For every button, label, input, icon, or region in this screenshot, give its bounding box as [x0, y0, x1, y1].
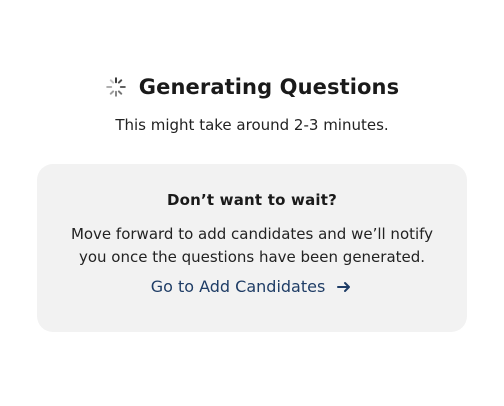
go-to-add-candidates-link[interactable]: Go to Add Candidates: [37, 277, 467, 296]
loading-spinner-svg: [105, 77, 126, 97]
go-to-add-candidates-label: Go to Add Candidates: [150, 277, 326, 296]
info-card: Don’t want to wait? Move forward to add …: [37, 164, 467, 332]
arrow-right-svg: [337, 281, 351, 292]
page-subtitle: This might take around 2-3 minutes.: [115, 116, 389, 134]
loading-spinner-icon: [105, 76, 127, 98]
header: Generating Questions: [0, 75, 504, 99]
arrow-right-icon: [335, 278, 353, 296]
page: Generating Questions This might take aro…: [0, 0, 504, 406]
page-title: Generating Questions: [138, 75, 400, 99]
card-title: Don’t want to wait?: [166, 191, 338, 209]
card-body-text: Move forward to add candidates and we’ll…: [70, 225, 434, 266]
